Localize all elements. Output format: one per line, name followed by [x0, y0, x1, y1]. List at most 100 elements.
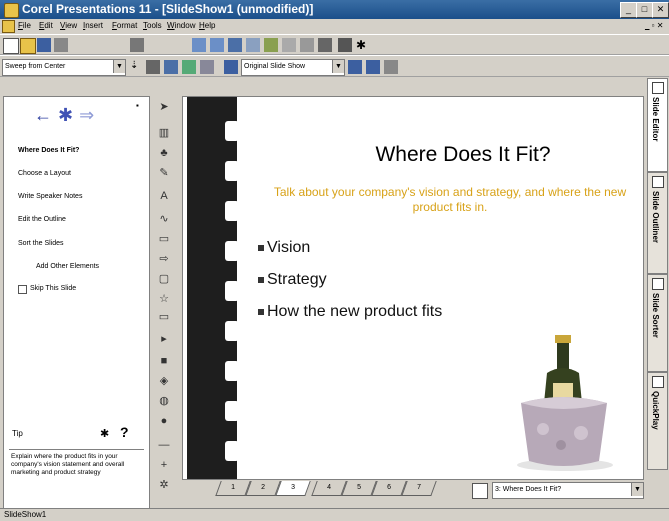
- task-add-other-elements[interactable]: Add Other Elements: [36, 263, 99, 270]
- home-icon[interactable]: ✱: [58, 105, 79, 125]
- bullet-item[interactable]: Strategy: [258, 271, 327, 289]
- print-icon[interactable]: [54, 38, 68, 52]
- action-tool-icon[interactable]: ▸: [157, 332, 171, 346]
- menu-help[interactable]: Help: [199, 21, 215, 30]
- draw-icon[interactable]: [264, 38, 278, 52]
- select-tool-icon[interactable]: ➤: [157, 100, 171, 114]
- zoom-icon[interactable]: [300, 38, 314, 52]
- skip-slide-checkbox[interactable]: [18, 285, 27, 294]
- menu-insert[interactable]: Insert: [83, 21, 103, 30]
- sorter-icon: [652, 278, 664, 290]
- champagne-bucket-image: [517, 335, 613, 471]
- document-icon[interactable]: [2, 20, 15, 33]
- slide-tab-7[interactable]: 7: [401, 481, 437, 496]
- minimize-button[interactable]: _: [620, 2, 637, 18]
- line-color-icon[interactable]: ◍: [157, 394, 171, 408]
- back-arrow-icon[interactable]: ←: [34, 105, 58, 125]
- slide-select[interactable]: 3: Where Does It Fit? ▼: [492, 482, 644, 499]
- speaker-notes-icon[interactable]: [200, 60, 214, 74]
- print-preview-icon[interactable]: [384, 60, 398, 74]
- search-icon[interactable]: [318, 38, 332, 52]
- shadow-icon[interactable]: ●: [157, 414, 171, 428]
- chevron-down-icon[interactable]: ▼: [113, 60, 125, 73]
- slide-editor[interactable]: Where Does It Fit? Talk about your compa…: [182, 96, 644, 480]
- grid-icon[interactable]: [366, 60, 380, 74]
- task-where-does-it-fit[interactable]: Where Does It Fit?: [18, 147, 79, 154]
- slide-tab-3[interactable]: 3: [275, 481, 311, 496]
- callout-shape-tool-icon[interactable]: ▢: [157, 272, 171, 286]
- chevron-down-icon[interactable]: ▼: [631, 483, 643, 496]
- asterisk-icon[interactable]: ✱: [356, 38, 370, 52]
- menu-view[interactable]: View: [60, 21, 77, 30]
- slide-title[interactable]: Where Does It Fit?: [283, 143, 643, 167]
- slide-editor-icon: [652, 82, 664, 94]
- layout-icon[interactable]: [182, 60, 196, 74]
- quickplay-icon: [652, 376, 664, 388]
- chevron-down-icon[interactable]: ▼: [332, 60, 344, 73]
- show-icon[interactable]: [224, 60, 238, 74]
- new-slide-icon[interactable]: [472, 483, 488, 499]
- document-tab[interactable]: SlideShow1: [4, 510, 46, 519]
- cut-icon[interactable]: [130, 38, 144, 52]
- menu-window[interactable]: Window: [167, 21, 195, 30]
- doc-minimize-icon[interactable]: _ ▫ ✕: [645, 21, 663, 30]
- menu-file[interactable]: File: [18, 21, 31, 30]
- open-icon[interactable]: [20, 38, 36, 54]
- view-tabs: Slide Editor Slide Outliner Slide Sorter…: [645, 78, 669, 498]
- text-box-tool-icon[interactable]: A: [157, 189, 171, 203]
- save-icon[interactable]: [37, 38, 51, 52]
- pointer-icon[interactable]: ⇣: [130, 60, 144, 74]
- rectangle-tool-icon[interactable]: ▭: [157, 232, 171, 246]
- new-icon[interactable]: [3, 38, 19, 54]
- forward-arrow-icon[interactable]: ⇒: [79, 105, 100, 125]
- settings-tool-icon[interactable]: ✲: [157, 478, 171, 492]
- menu-tools[interactable]: Tools: [143, 21, 162, 30]
- task-sort-slides[interactable]: Sort the Slides: [18, 240, 64, 247]
- background-icon[interactable]: [164, 60, 178, 74]
- title-bar: Corel Presentations 11 - [SlideShow1 (un…: [0, 0, 669, 19]
- bullet-item[interactable]: How the new product fits: [258, 303, 442, 321]
- close-button[interactable]: ✕: [652, 2, 669, 18]
- task-write-speaker-notes[interactable]: Write Speaker Notes: [18, 193, 82, 200]
- menu-edit[interactable]: Edit: [39, 21, 53, 30]
- arrow-shape-tool-icon[interactable]: ⇨: [157, 252, 171, 266]
- chart-tool-icon[interactable]: ▥: [157, 126, 171, 140]
- bullet-item[interactable]: Vision: [258, 239, 310, 257]
- slide-subtitle[interactable]: Talk about your company's vision and str…: [255, 185, 643, 215]
- speech-bubble-tool-icon[interactable]: ▭: [157, 310, 171, 324]
- fill-color-icon[interactable]: ■: [157, 354, 171, 368]
- tab-slide-sorter[interactable]: Slide Sorter: [647, 274, 668, 372]
- status-bar: SlideShow1: [0, 508, 669, 521]
- star-shape-tool-icon[interactable]: ☆: [157, 292, 171, 306]
- menu-format[interactable]: Format: [112, 21, 137, 30]
- spell-check-icon[interactable]: [338, 38, 352, 52]
- maximize-button[interactable]: □: [636, 2, 653, 18]
- line-tool-icon[interactable]: ∿: [157, 212, 171, 226]
- chart-icon[interactable]: [210, 38, 224, 52]
- transition-select[interactable]: Sweep from Center ▼: [2, 59, 126, 76]
- wrench-icon[interactable]: ✱: [100, 427, 109, 440]
- pen-tool-icon[interactable]: ✎: [157, 166, 171, 180]
- tab-slide-outliner[interactable]: Slide Outliner: [647, 172, 668, 274]
- skip-slide-label: Skip This Slide: [30, 285, 77, 292]
- help-icon[interactable]: ?: [120, 424, 129, 440]
- task-edit-outline[interactable]: Edit the Outline: [18, 216, 66, 223]
- tip-text: Explain where the product fits in your c…: [9, 449, 144, 509]
- task-choose-layout[interactable]: Choose a Layout: [18, 170, 71, 177]
- expert-nav: ←✱⇒: [34, 105, 100, 126]
- text-icon[interactable]: [282, 38, 296, 52]
- line-width-icon[interactable]: —: [157, 438, 171, 452]
- sound-icon[interactable]: [146, 60, 160, 74]
- slide-show-select[interactable]: Original Slide Show ▼: [241, 59, 345, 76]
- organization-chart-icon[interactable]: ♣: [157, 146, 171, 160]
- bitmap-icon[interactable]: [246, 38, 260, 52]
- panel-close-icon[interactable]: ▪: [136, 101, 139, 110]
- table-icon[interactable]: [228, 38, 242, 52]
- tab-slide-editor[interactable]: Slide Editor: [647, 78, 668, 172]
- tab-quickplay[interactable]: QuickPlay: [647, 372, 668, 470]
- slide-properties-icon[interactable]: [348, 60, 362, 74]
- line-style-icon[interactable]: +: [157, 458, 171, 472]
- app-icon[interactable]: [4, 3, 19, 18]
- play-show-icon[interactable]: [192, 38, 206, 52]
- fill-pattern-icon[interactable]: ◈: [157, 374, 171, 388]
